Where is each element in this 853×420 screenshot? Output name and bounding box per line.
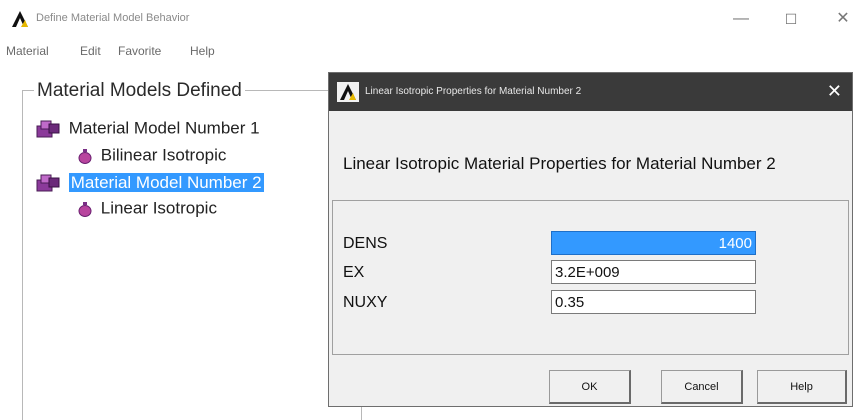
tree-item-material-2[interactable]: Material Model Number 2 (36, 172, 264, 193)
menu-help[interactable]: Help (190, 44, 215, 58)
tree-item-bilinear-isotropic[interactable]: Bilinear Isotropic (78, 145, 226, 166)
material-folder-icon (36, 174, 60, 192)
close-button[interactable]: ✕ (828, 8, 853, 30)
dialog-heading: Linear Isotropic Material Properties for… (343, 154, 776, 173)
dialog-title: Linear Isotropic Properties for Material… (365, 86, 582, 97)
main-titlebar: Define Material Model Behavior — ☐ ✕ (0, 0, 853, 38)
menu-edit[interactable]: Edit (80, 44, 101, 58)
linear-isotropic-dialog: Linear Isotropic Properties for Material… (328, 72, 853, 407)
dialog-titlebar: Linear Isotropic Properties for Material… (329, 73, 852, 111)
ex-input[interactable] (551, 260, 756, 284)
tree-item-material-1[interactable]: Material Model Number 1 (36, 118, 260, 139)
tree-item-label: Material Model Number 1 (68, 118, 260, 138)
tree-item-linear-isotropic[interactable]: Linear Isotropic (78, 198, 217, 219)
minimize-button[interactable]: — (726, 8, 756, 30)
tree-item-label-selected: Material Model Number 2 (68, 172, 264, 192)
nuxy-input[interactable] (551, 290, 756, 314)
properties-panel: DENS EX NUXY (332, 200, 849, 355)
ansys-logo-icon (337, 82, 359, 102)
ex-label: EX (343, 264, 365, 281)
ok-button[interactable]: OK (549, 370, 631, 404)
dens-label: DENS (343, 235, 388, 252)
material-models-group (22, 90, 362, 420)
menu-favorite[interactable]: Favorite (118, 44, 161, 58)
dialog-close-button[interactable]: ✕ (827, 80, 842, 102)
dens-input[interactable] (551, 231, 756, 255)
tree-item-label: Bilinear Isotropic (100, 145, 227, 165)
menu-material[interactable]: Material (6, 44, 49, 58)
tree-item-label: Linear Isotropic (100, 198, 217, 218)
maximize-button[interactable]: ☐ (776, 8, 806, 30)
help-button[interactable]: Help (757, 370, 847, 404)
menubar: Material Edit Favorite Help (0, 40, 853, 62)
material-property-icon (78, 148, 92, 164)
nuxy-label: NUXY (343, 294, 388, 311)
ansys-logo-icon (12, 11, 28, 27)
material-property-icon (78, 201, 92, 217)
material-models-title: Material Models Defined (34, 80, 245, 102)
material-folder-icon (36, 120, 60, 138)
main-window-title: Define Material Model Behavior (36, 12, 190, 24)
cancel-button[interactable]: Cancel (661, 370, 743, 404)
